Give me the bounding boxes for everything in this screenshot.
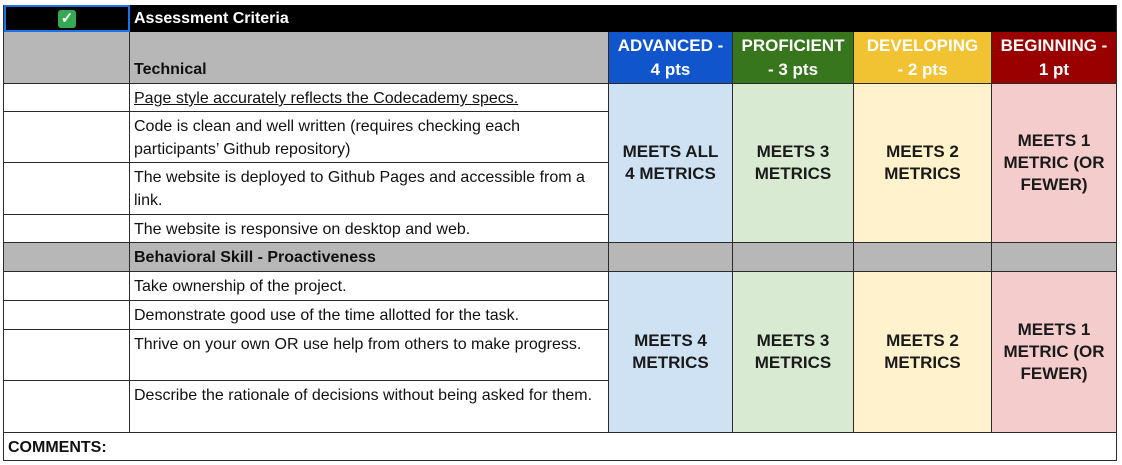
behavioral-proficient-cell[interactable]: MEETS 3 METRICS — [733, 272, 854, 433]
criterion-cell[interactable]: Describe the rationale of decisions with… — [130, 381, 609, 433]
section-gray-cell[interactable] — [854, 243, 992, 272]
row-index-cell[interactable] — [4, 163, 130, 215]
criterion-cell[interactable]: The website is deployed to Github Pages … — [130, 163, 609, 215]
section-heading-behavioral[interactable]: Behavioral Skill - Proactiveness — [130, 243, 609, 272]
criterion-cell[interactable]: Thrive on your own OR use help from othe… — [130, 330, 609, 381]
grid-left-border — [3, 5, 4, 461]
section-left-cell[interactable] — [4, 243, 130, 272]
section-gray-cell[interactable] — [733, 243, 854, 272]
criterion-link[interactable]: Page style accurately reflects the Codec… — [134, 90, 518, 107]
section-heading-technical[interactable]: Technical — [130, 32, 609, 84]
technical-beginning-cell[interactable]: MEETS 1 METRIC (OR FEWER) — [992, 84, 1117, 243]
comments-label: COMMENTS: — [8, 439, 107, 456]
comments-cell[interactable]: COMMENTS: — [4, 433, 1117, 461]
level-header-developing[interactable]: DEVELOPING - 2 pts — [854, 32, 992, 84]
spreadsheet-grid: ✓ Assessment Criteria Technical ADVANCED… — [0, 0, 1122, 465]
header-left-cell[interactable] — [4, 32, 130, 84]
behavioral-advanced-cell[interactable]: MEETS 4 METRICS — [609, 272, 733, 433]
section-gray-cell[interactable] — [609, 243, 733, 272]
technical-advanced-cell[interactable]: MEETS ALL 4 METRICS — [609, 84, 733, 243]
row-index-cell[interactable] — [4, 272, 130, 301]
level-header-beginning[interactable]: BEGINNING - 1 pt — [992, 32, 1117, 84]
level-header-proficient[interactable]: PROFICIENT - 3 pts — [733, 32, 854, 84]
checkbox-cell[interactable]: ✓ — [4, 5, 130, 32]
criterion-cell[interactable]: Code is clean and well written (requires… — [130, 112, 609, 163]
level-header-advanced[interactable]: ADVANCED - 4 pts — [609, 32, 733, 84]
behavioral-developing-cell[interactable]: MEETS 2 METRICS — [854, 272, 992, 433]
row-index-cell[interactable] — [4, 112, 130, 163]
row-index-cell[interactable] — [4, 301, 130, 330]
technical-proficient-cell[interactable]: MEETS 3 METRICS — [733, 84, 854, 243]
row-index-cell[interactable] — [4, 381, 130, 433]
criterion-cell[interactable]: The website is responsive on desktop and… — [130, 215, 609, 243]
technical-developing-cell[interactable]: MEETS 2 METRICS — [854, 84, 992, 243]
row-index-cell[interactable] — [4, 84, 130, 112]
criterion-cell[interactable]: Page style accurately reflects the Codec… — [130, 84, 609, 112]
check-mark-icon: ✓ — [58, 9, 76, 28]
title-bar: Assessment Criteria — [130, 5, 1117, 32]
section-gray-cell[interactable] — [992, 243, 1117, 272]
title-text: Assessment Criteria — [134, 10, 289, 27]
criterion-cell[interactable]: Demonstrate good use of the time allotte… — [130, 301, 609, 330]
criterion-cell[interactable]: Take ownership of the project. — [130, 272, 609, 301]
behavioral-beginning-cell[interactable]: MEETS 1 METRIC (OR FEWER) — [992, 272, 1117, 433]
row-index-cell[interactable] — [4, 215, 130, 243]
row-index-cell[interactable] — [4, 330, 130, 381]
